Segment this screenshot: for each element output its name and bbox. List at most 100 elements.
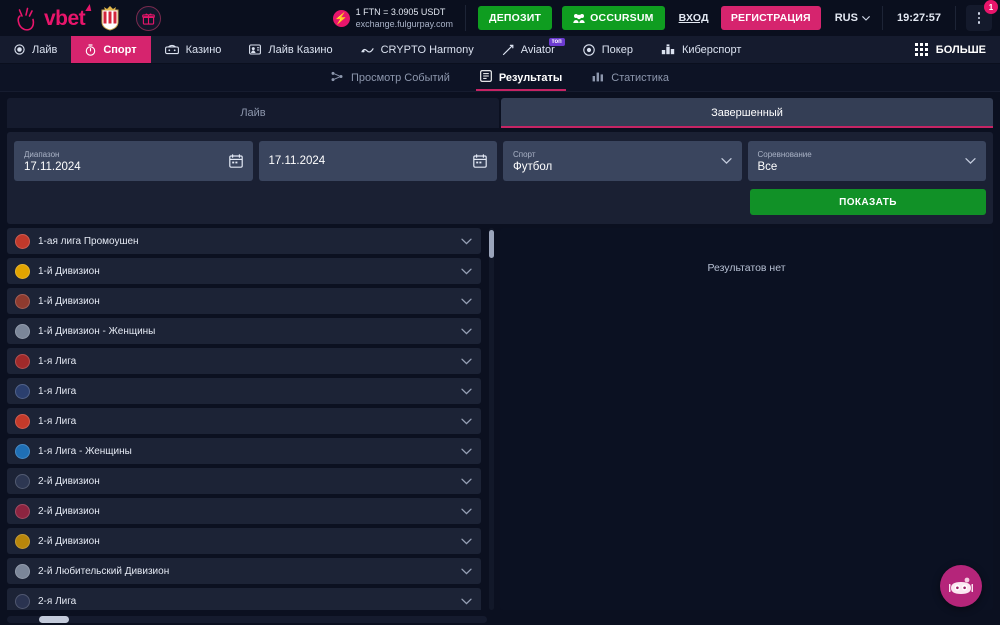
poker-icon bbox=[583, 43, 595, 56]
nav-item-sport[interactable]: Спорт bbox=[71, 36, 151, 63]
chevron-down-icon[interactable] bbox=[461, 532, 472, 550]
tab-live[interactable]: Лайв bbox=[7, 98, 499, 128]
league-row[interactable]: 2-й Дивизион bbox=[7, 528, 481, 554]
league-flag-icon bbox=[15, 473, 30, 489]
stats-bars-icon bbox=[592, 71, 604, 85]
league-row[interactable]: 1-я Лига bbox=[7, 348, 481, 374]
gift-icon[interactable] bbox=[136, 5, 162, 31]
nav-item-esports[interactable]: Киберспорт bbox=[647, 36, 755, 63]
league-row[interactable]: 1-ая лига Промоушен bbox=[7, 228, 481, 254]
support-chat-button[interactable] bbox=[940, 565, 982, 607]
clock-display: 19:27:57 bbox=[883, 6, 956, 30]
deposit-button[interactable]: ДЕПОЗИТ bbox=[478, 6, 553, 30]
league-flag-icon bbox=[15, 383, 30, 399]
more-label: БОЛЬШЕ bbox=[935, 43, 986, 56]
subnav-item-statistics[interactable]: Статистика bbox=[580, 64, 681, 91]
nav-item-live[interactable]: Лайв bbox=[0, 36, 71, 63]
league-list: 1-ая лига Промоушен 1-й Дивизион 1-й Дивиз… bbox=[7, 228, 494, 610]
chevron-down-icon[interactable] bbox=[461, 352, 472, 370]
league-row[interactable]: 2-й Дивизион bbox=[7, 468, 481, 494]
scrollbar-thumb[interactable] bbox=[489, 230, 494, 258]
league-row[interactable]: 1-я Лига - Женщины bbox=[7, 438, 481, 464]
league-row[interactable]: 1-й Дивизион bbox=[7, 288, 481, 314]
dot bbox=[977, 12, 981, 15]
chevron-down-icon[interactable] bbox=[461, 232, 472, 250]
league-flag-icon bbox=[15, 233, 30, 249]
gift-glyph-icon bbox=[142, 13, 156, 25]
league-flag-icon bbox=[15, 443, 30, 459]
subnav-label: Статистика bbox=[611, 71, 670, 84]
chevron-down-icon[interactable] bbox=[461, 292, 472, 310]
chevron-down-icon[interactable] bbox=[461, 442, 472, 460]
league-name: 1-я Лига bbox=[38, 385, 77, 397]
top-header: vbet ⚡ 1 FTN = 3.0905 USDT exchange.fulg… bbox=[0, 0, 1000, 36]
league-row[interactable]: 1-я Лига bbox=[7, 408, 481, 434]
chevron-down-icon[interactable] bbox=[720, 158, 732, 165]
horizontal-scrollbar[interactable] bbox=[7, 616, 487, 623]
nav-item-poker[interactable]: Покер bbox=[569, 36, 647, 63]
sport-label: Спорт bbox=[513, 149, 536, 159]
date-from-field[interactable]: Диапазон 17.11.2024 bbox=[14, 141, 253, 181]
results-list-icon bbox=[479, 70, 492, 85]
chevron-down-icon[interactable] bbox=[965, 158, 976, 165]
competition-select[interactable]: Соревнование Все bbox=[747, 141, 986, 181]
subnav-item-events[interactable]: Просмотр Событий bbox=[319, 64, 462, 91]
league-name: 1-й Дивизион - Женщины bbox=[38, 325, 156, 337]
league-list-scrollbar[interactable] bbox=[489, 228, 494, 610]
chevron-down-icon[interactable] bbox=[461, 502, 472, 520]
brand-logo[interactable]: vbet bbox=[16, 5, 120, 31]
chevron-down-icon[interactable] bbox=[461, 322, 472, 340]
tab-finished[interactable]: Завершенный bbox=[501, 98, 993, 128]
nav-label: Спорт bbox=[103, 43, 137, 56]
chevron-down-icon[interactable] bbox=[461, 592, 472, 610]
league-row[interactable]: 2-й Любительский Дивизион bbox=[7, 558, 481, 584]
competition-value: Все bbox=[757, 160, 778, 173]
nav-item-crypto-harmony[interactable]: CRYPTO Harmony bbox=[347, 36, 488, 63]
overflow-menu-button[interactable]: 1 bbox=[966, 0, 998, 31]
chevron-down-icon[interactable] bbox=[461, 382, 472, 400]
filter-panel: Диапазон 17.11.2024 17.11.2024 Спорт Фут… bbox=[7, 132, 993, 224]
nav-item-aviator[interactable]: Aviator топ bbox=[488, 36, 569, 63]
league-row[interactable]: 1-й Дивизион bbox=[7, 258, 481, 284]
date-range-label: Диапазон bbox=[24, 149, 60, 159]
calendar-icon[interactable] bbox=[473, 154, 487, 168]
sport-value: Футбол bbox=[513, 160, 553, 173]
sport-select[interactable]: Спорт Футбол bbox=[503, 141, 742, 181]
monaco-crest-icon bbox=[101, 6, 119, 31]
league-name: 2-й Дивизион bbox=[38, 475, 100, 487]
league-flag-icon bbox=[15, 503, 30, 519]
nav-label: Покер bbox=[601, 43, 633, 56]
more-menu-button[interactable]: БОЛЬШЕ bbox=[901, 36, 1000, 63]
chevron-down-icon[interactable] bbox=[461, 472, 472, 490]
date-to-field[interactable]: 17.11.2024 bbox=[258, 141, 497, 181]
occursum-people-icon bbox=[573, 13, 585, 23]
chevron-down-icon bbox=[862, 15, 870, 21]
date-from-value: 17.11.2024 bbox=[24, 160, 81, 173]
subnav-item-results[interactable]: Результаты bbox=[468, 64, 574, 91]
app-root: vbet ⚡ 1 FTN = 3.0905 USDT exchange.fulg… bbox=[0, 0, 1000, 625]
occursum-button[interactable]: OCCURSUM bbox=[562, 6, 665, 30]
chevron-down-icon[interactable] bbox=[461, 562, 472, 580]
header-right-cluster: ⚡ 1 FTN = 3.0905 USDT exchange.fulgurpay… bbox=[332, 0, 998, 36]
register-button[interactable]: РЕГИСТРАЦИЯ bbox=[720, 6, 821, 30]
chevron-down-icon[interactable] bbox=[461, 262, 472, 280]
competition-label: Соревнование bbox=[757, 149, 812, 159]
league-name: 1-й Дивизион bbox=[38, 265, 100, 277]
league-row[interactable]: 1-я Лига bbox=[7, 378, 481, 404]
league-row[interactable]: 2-я Лига bbox=[7, 588, 481, 610]
login-button[interactable]: ВХОД bbox=[679, 12, 709, 24]
nav-item-casino[interactable]: Казино bbox=[151, 36, 236, 63]
language-selector[interactable]: RUS bbox=[835, 6, 883, 30]
nav-label: Киберспорт bbox=[681, 43, 742, 56]
show-button[interactable]: ПОКАЗАТЬ bbox=[750, 189, 986, 215]
exchange-rate-widget[interactable]: ⚡ 1 FTN = 3.0905 USDT exchange.fulgurpay… bbox=[332, 5, 467, 31]
chevron-down-icon[interactable] bbox=[461, 412, 472, 430]
league-row[interactable]: 2-й Дивизион bbox=[7, 498, 481, 524]
league-flag-icon bbox=[15, 413, 30, 429]
league-row[interactable]: 1-й Дивизион - Женщины bbox=[7, 318, 481, 344]
calendar-icon[interactable] bbox=[228, 154, 243, 168]
subnav-label: Результаты bbox=[498, 71, 563, 84]
aviator-top-badge: топ bbox=[548, 38, 565, 46]
scrollbar-thumb[interactable] bbox=[39, 616, 69, 623]
nav-item-live-casino[interactable]: Лайв Казино bbox=[235, 36, 346, 63]
